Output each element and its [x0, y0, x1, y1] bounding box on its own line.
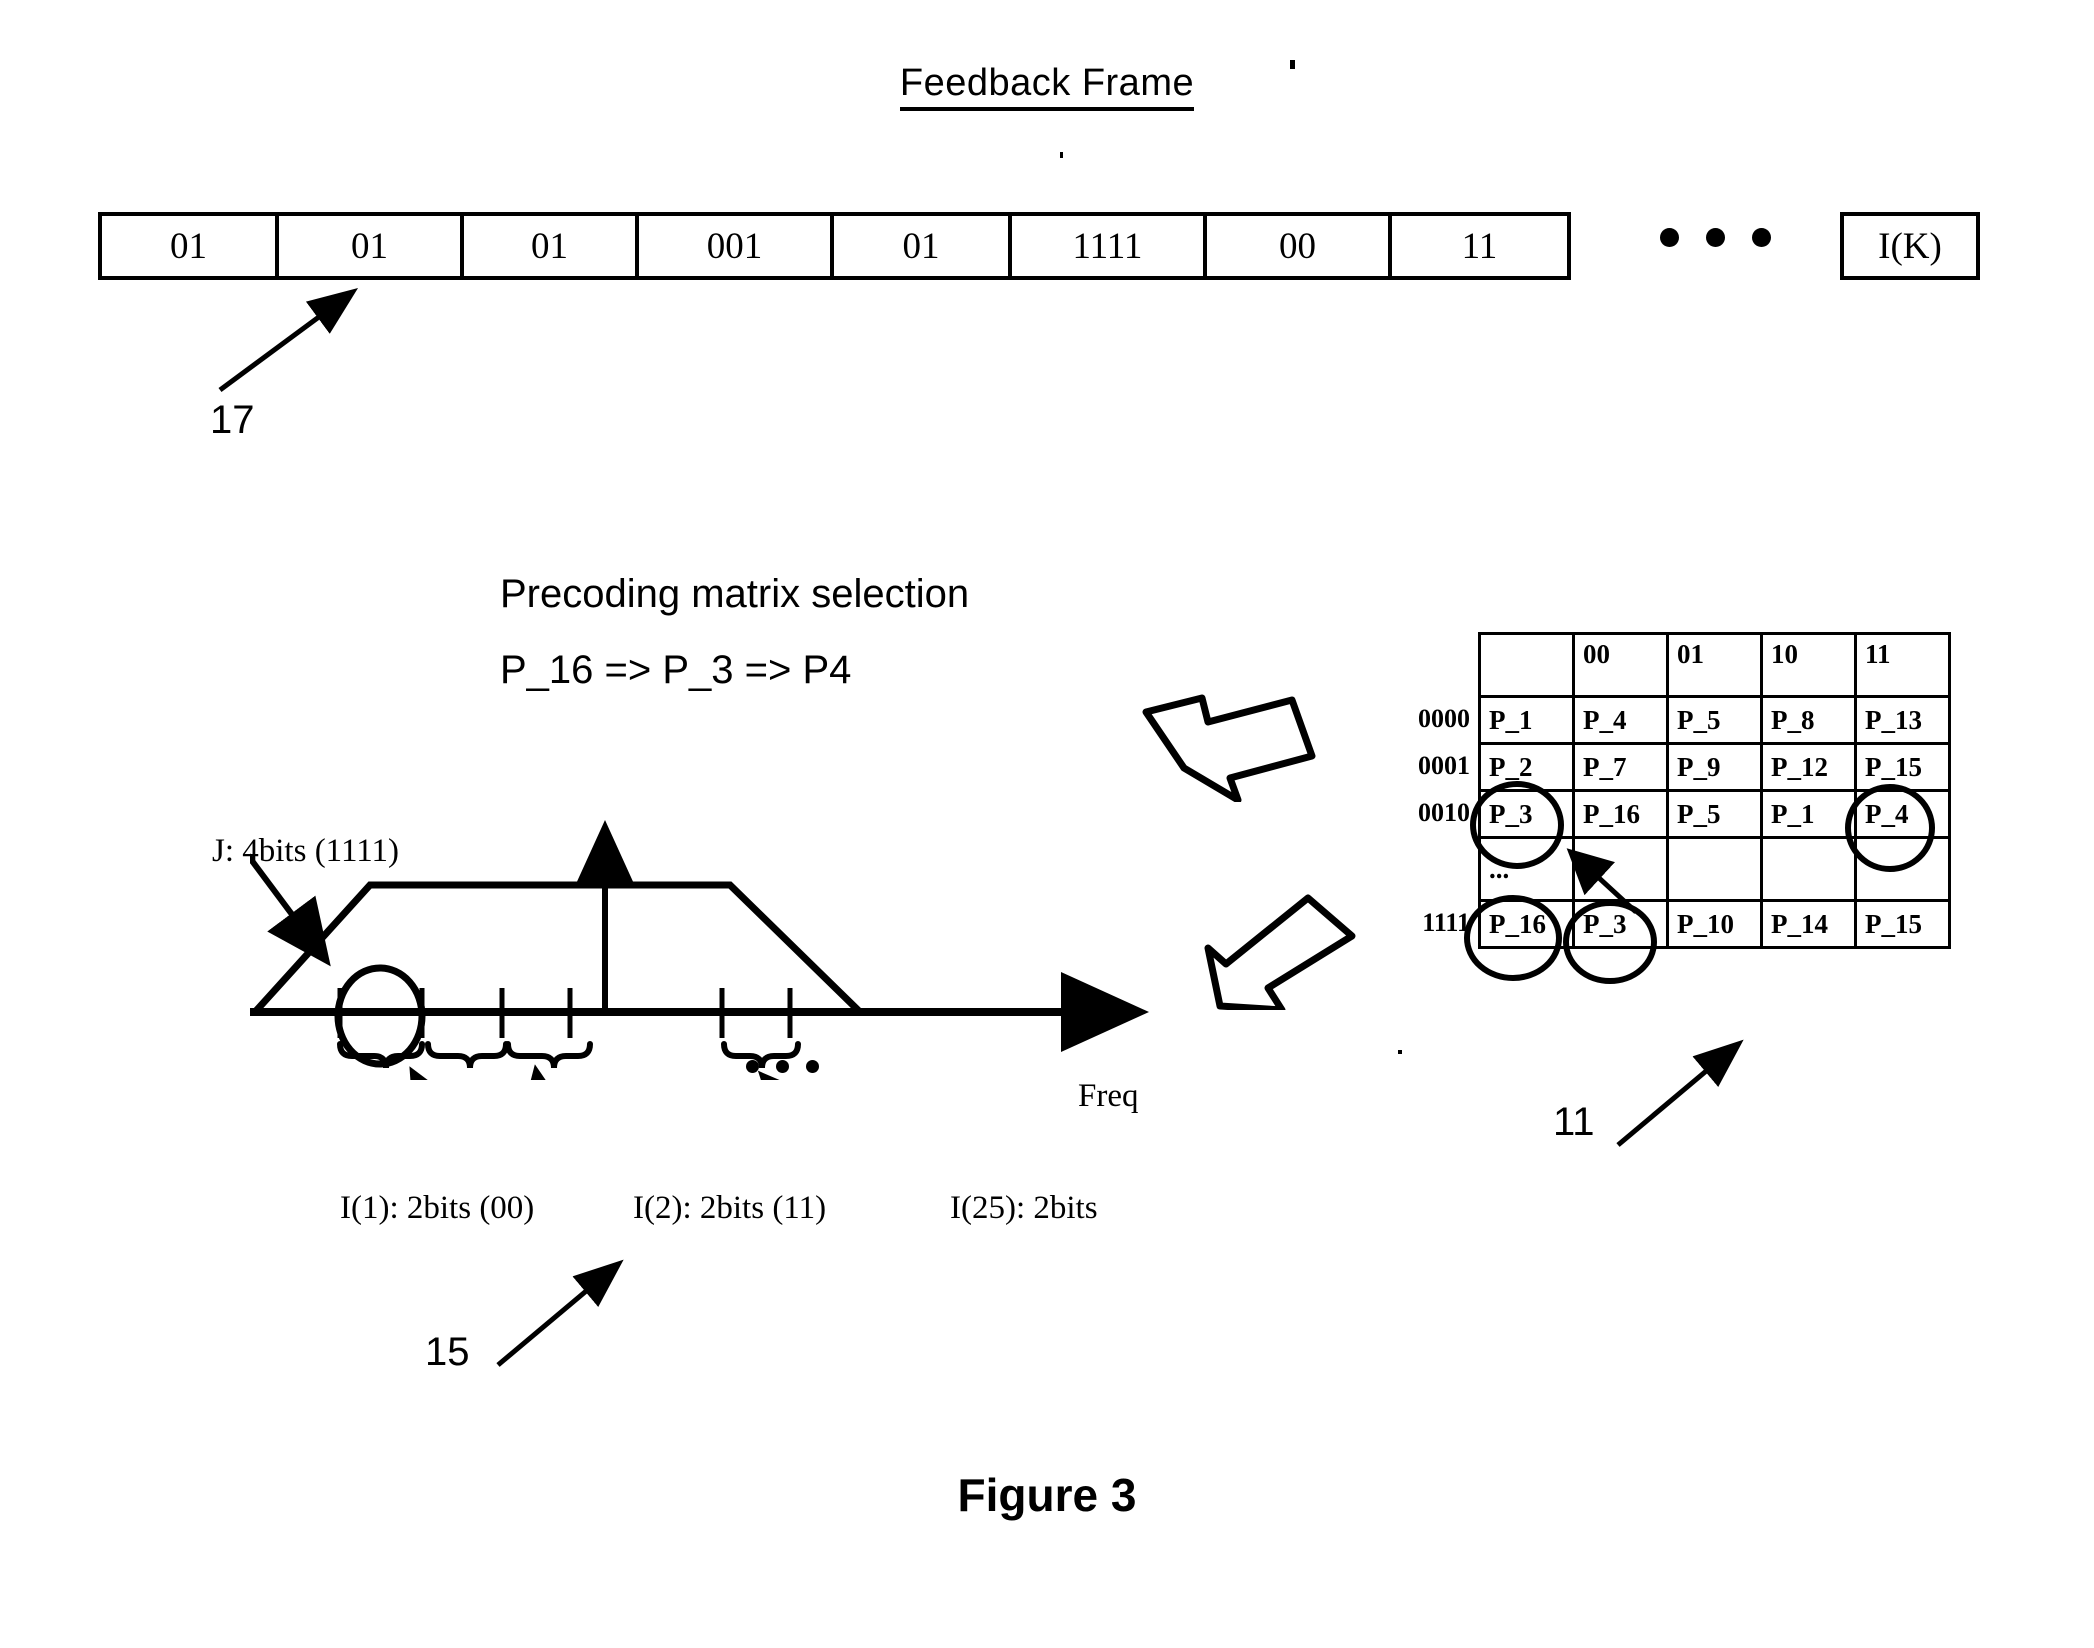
frame-cell[interactable]: 01 — [98, 212, 275, 280]
frame-cell[interactable]: 001 — [635, 212, 830, 280]
frame-cell[interactable]: 00 — [1203, 212, 1388, 280]
callout-arrow-15 — [496, 1259, 624, 1367]
feedback-frame-row: 01 01 01 001 01 1111 00 11 — [98, 212, 1571, 280]
circle-highlight-p16-1111 — [1464, 895, 1562, 981]
ref-number-15: 15 — [425, 1330, 470, 1374]
circle-highlight-p4-0010 — [1845, 784, 1935, 872]
feedback-frame-title: Feedback Frame — [0, 62, 2094, 111]
matrix-annotation-overlay — [1464, 781, 1935, 984]
spectrum-ellipsis — [746, 1060, 836, 1073]
frequency-axis-label: Freq — [1078, 1078, 1139, 1114]
matrix-row-label: 0010 — [1418, 798, 1470, 827]
matrix-row-label: 0000 — [1418, 704, 1470, 733]
matrix-row-label: 1111 — [1422, 908, 1470, 937]
matrix-row-label-column: 0000 0001 0010 1111 — [1358, 632, 1470, 946]
j-bits-label: J: 4bits (1111) — [212, 833, 399, 869]
frame-cell[interactable]: 01 — [830, 212, 1008, 280]
callout-arrow-11 — [1616, 1039, 1744, 1147]
feedback-frame-ellipsis — [1660, 228, 1798, 247]
scan-speck — [1290, 60, 1295, 69]
matrix-row-label — [1358, 836, 1470, 899]
frame-cell[interactable]: 11 — [1388, 212, 1571, 280]
frame-cell[interactable]: 1111 — [1008, 212, 1203, 280]
ref-number-11: 11 — [1553, 1100, 1595, 1144]
subband-label-i1: I(1): 2bits (00) — [340, 1190, 535, 1226]
circle-highlight-p3-1111 — [1563, 900, 1657, 984]
subband-label-i2: I(2): 2bits (11) — [633, 1190, 827, 1226]
scan-speck-2 — [1060, 152, 1063, 158]
subband-label-i25: I(25): 2bits — [950, 1190, 1098, 1226]
figure-caption: Figure 3 — [957, 1469, 1137, 1521]
scan-speck-3 — [1398, 1050, 1402, 1054]
precoding-selection-heading: Precoding matrix selection — [500, 572, 970, 616]
ref-number-17: 17 — [210, 398, 255, 442]
feedback-frame-title-text: Feedback Frame — [899, 62, 1195, 111]
frame-cell[interactable]: 01 — [275, 212, 460, 280]
callout-arrow-17 — [218, 288, 359, 393]
circle-highlight-p3-0010 — [1470, 781, 1564, 869]
frame-cell[interactable]: 01 — [460, 212, 635, 280]
frame-cell-last[interactable]: I(K) — [1840, 212, 1980, 280]
matrix-row-label: 0001 — [1418, 751, 1470, 780]
precoding-selection-sequence: P_16 => P_3 => P4 — [500, 648, 852, 692]
